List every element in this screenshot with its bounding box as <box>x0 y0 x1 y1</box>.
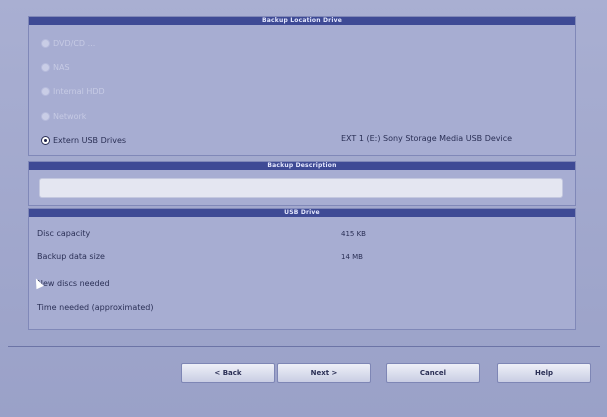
backup-location-title: Backup Location Drive <box>29 17 575 25</box>
radio-label: Extern USB Drives <box>53 135 127 145</box>
radio-label: Network <box>53 111 87 121</box>
backup-window: Backup Location Drive DVD/CD ... NAS Int… <box>0 0 607 417</box>
radio-button-icon <box>41 111 50 121</box>
disc-capacity-label: Disc capacity <box>37 229 91 238</box>
radio-label: NAS <box>53 62 70 72</box>
help-button[interactable]: Help <box>497 363 591 383</box>
radio-label: Internal HDD <box>53 86 105 96</box>
next-button[interactable]: Next > <box>277 363 371 383</box>
time-needed-label: Time needed (approximated) <box>37 303 154 312</box>
usb-drive-panel: USB Drive Disc capacity 415 KB Backup da… <box>28 208 576 330</box>
radio-dvd-cd[interactable]: DVD/CD ... <box>41 37 95 49</box>
radio-button-icon <box>41 86 50 96</box>
radio-button-icon <box>41 62 50 72</box>
backup-description-title: Backup Description <box>29 162 575 170</box>
usb-drive-title: USB Drive <box>29 209 575 217</box>
radio-extern-usb[interactable]: Extern USB Drives <box>41 134 126 146</box>
radio-selected-icon <box>41 135 50 145</box>
radio-network[interactable]: Network <box>41 110 86 122</box>
backup-size-label: Backup data size <box>37 252 105 261</box>
backup-description-input[interactable] <box>39 178 563 198</box>
radio-nas[interactable]: NAS <box>41 61 70 73</box>
backup-description-panel: Backup Description <box>28 161 576 206</box>
discs-needed-label: New discs needed <box>37 279 110 288</box>
radio-internal-hdd[interactable]: Internal HDD <box>41 85 105 97</box>
usb-device-name: EXT 1 (E:) Sony Storage Media USB Device <box>341 134 513 143</box>
disc-capacity-value: 415 KB <box>341 230 366 238</box>
radio-button-icon <box>41 38 50 48</box>
cancel-button[interactable]: Cancel <box>386 363 480 383</box>
backup-size-value: 14 MB <box>341 253 363 261</box>
backup-location-panel: Backup Location Drive DVD/CD ... NAS Int… <box>28 16 576 156</box>
divider <box>8 346 600 347</box>
radio-label: DVD/CD ... <box>53 38 96 48</box>
back-button[interactable]: < Back <box>181 363 275 383</box>
